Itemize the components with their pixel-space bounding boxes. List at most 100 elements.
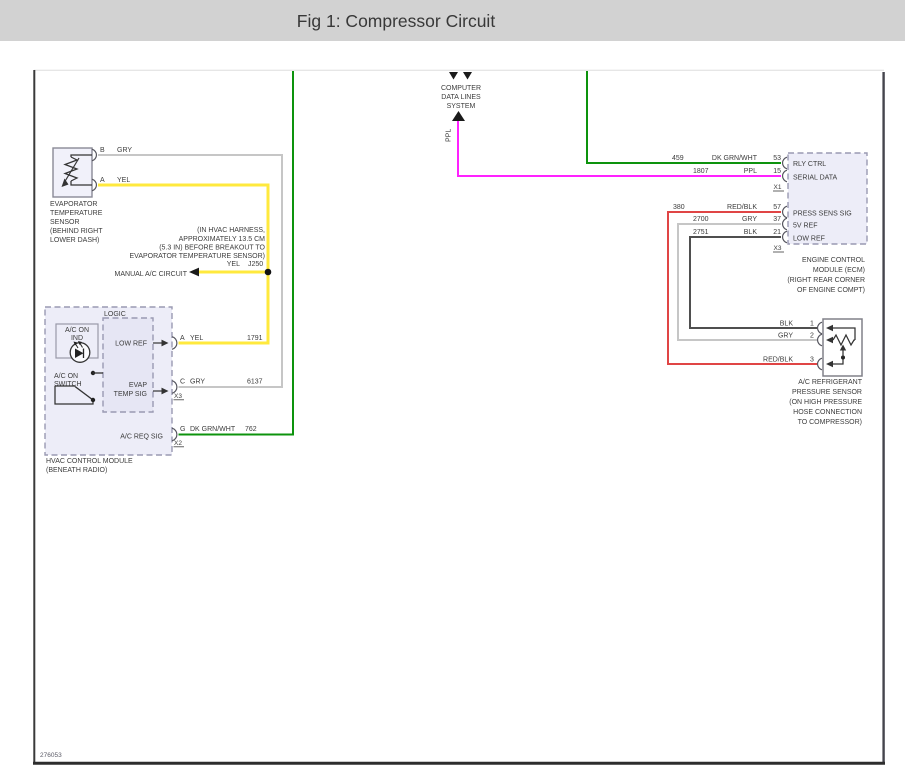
evaporator-temperature-sensor: B GRY A YEL EVAPORATOR TEMPERATURE SENSO… bbox=[50, 147, 132, 244]
component-name: TEMPERATURE bbox=[50, 210, 103, 217]
component-location: (ON HIGH PRESSURE bbox=[789, 399, 862, 406]
pin-number: 37 bbox=[773, 216, 781, 223]
wire-color-label: DK GRN/WHT bbox=[190, 426, 236, 433]
wire-color-label: GRY bbox=[742, 216, 757, 223]
wiring-diagram-page: Fig 1: Compressor Circuit COMPUTER DATA … bbox=[0, 0, 905, 775]
pin-cup-1 bbox=[818, 322, 822, 334]
pin-cup-3 bbox=[818, 358, 822, 370]
pin-number: 57 bbox=[773, 204, 781, 211]
offpage-label: SYSTEM bbox=[447, 103, 476, 110]
signal-label: EVAP bbox=[129, 382, 147, 389]
component-location: (BENEATH RADIO) bbox=[46, 467, 107, 474]
note-line: (5.3 IN) BEFORE BREAKOUT TO bbox=[159, 245, 265, 252]
note-line: EVAPORATOR TEMPERATURE SENSOR) bbox=[130, 253, 266, 260]
signal-label: PRESS SENS SIG bbox=[793, 211, 852, 218]
component-location: TO COMPRESSOR) bbox=[798, 419, 862, 426]
circuit-number: 459 bbox=[672, 155, 684, 162]
circuit-number: 6137 bbox=[247, 379, 263, 386]
signal-label: LOW REF bbox=[793, 236, 825, 243]
component-location: HOSE CONNECTION bbox=[793, 409, 862, 416]
component-location: (RIGHT REAR CORNER bbox=[787, 277, 865, 284]
pin-number: 3 bbox=[810, 357, 814, 364]
connector-id: X1 bbox=[774, 184, 782, 191]
pin-number: 2 bbox=[810, 333, 814, 340]
left-arrow-icon bbox=[189, 268, 199, 277]
logic-label: LOGIC bbox=[104, 311, 126, 318]
connector-id: X3 bbox=[174, 393, 182, 400]
pin-number: 1 bbox=[810, 321, 814, 328]
wire-color-label: RED/BLK bbox=[727, 204, 757, 211]
switch-label: SWITCH bbox=[54, 381, 82, 388]
component-location: (BEHIND RIGHT bbox=[50, 228, 103, 235]
switch-label: A/C ON bbox=[54, 373, 78, 380]
wire-dkgrnwht-459 bbox=[587, 71, 781, 163]
circuit-number: 380 bbox=[673, 204, 685, 211]
pin-cup-a bbox=[172, 337, 177, 350]
indicator-label: A/C ON bbox=[65, 327, 89, 334]
wire-color-label: PPL bbox=[446, 129, 453, 142]
splice-id: J250 bbox=[248, 261, 263, 268]
pin-cup-2 bbox=[818, 334, 822, 346]
offpage-label: COMPUTER bbox=[441, 85, 481, 92]
hvac-control-module: LOGIC A/C ON IND A/C ON SWITCH LOW REF E… bbox=[45, 307, 263, 474]
note-line: APPROXIMATELY 13.5 CM bbox=[179, 236, 266, 243]
wire-color-label: GRY bbox=[117, 147, 132, 154]
signal-label: A/C REQ SIG bbox=[120, 434, 163, 441]
wire-color-label: GRY bbox=[778, 333, 793, 340]
branch-label: MANUAL A/C CIRCUIT bbox=[115, 271, 188, 278]
circuit-number: 762 bbox=[245, 426, 257, 433]
pin-letter: G bbox=[180, 426, 185, 433]
down-arrow-icon bbox=[449, 72, 458, 80]
pin-letter: A bbox=[180, 335, 185, 342]
pin-cup-c bbox=[172, 381, 177, 394]
circuit-number: 2700 bbox=[693, 216, 709, 223]
wire-color-label: DK GRN/WHT bbox=[712, 155, 758, 162]
connector-id: X2 bbox=[174, 440, 182, 447]
wire-color-label: YEL bbox=[190, 335, 203, 342]
component-name: EVAPORATOR bbox=[50, 201, 97, 208]
pin-letter: B bbox=[100, 147, 105, 154]
signal-label: LOW REF bbox=[115, 341, 147, 348]
circuit-number: 1791 bbox=[247, 335, 263, 342]
pin-number: 21 bbox=[773, 229, 781, 236]
circuit-number: 2751 bbox=[693, 229, 709, 236]
pin-cup-21 bbox=[783, 231, 787, 243]
down-arrow-icon bbox=[463, 72, 472, 80]
ac-refrigerant-pressure-sensor: BLK 1 GRY 2 RED/BLK 3 A/C REFRIGERANT PR… bbox=[763, 319, 863, 426]
signal-label: SERIAL DATA bbox=[793, 175, 838, 182]
pin-cup-37 bbox=[783, 218, 787, 230]
pin-letter: C bbox=[180, 379, 185, 386]
pin-cup-g bbox=[172, 428, 177, 441]
component-location: LOWER DASH) bbox=[50, 237, 99, 244]
up-arrow-icon bbox=[452, 111, 465, 121]
pin-letter: A bbox=[100, 177, 105, 184]
pin-number: 15 bbox=[773, 168, 781, 175]
computer-data-lines-ref: COMPUTER DATA LINES SYSTEM PPL bbox=[441, 72, 481, 142]
pin-cup-53 bbox=[783, 157, 787, 169]
component-name: HVAC CONTROL MODULE bbox=[46, 458, 133, 465]
wire-color-label: RED/BLK bbox=[763, 357, 793, 364]
component-name: ENGINE CONTROL bbox=[802, 257, 865, 264]
component-name: MODULE (ECM) bbox=[813, 267, 865, 274]
component-location: OF ENGINE COMPT) bbox=[797, 287, 865, 294]
wire-ppl-1807 bbox=[458, 120, 781, 176]
pin-cup-57 bbox=[783, 206, 787, 218]
signal-label: RLY CTRL bbox=[793, 161, 826, 168]
harness-note: (IN HVAC HARNESS, APPROXIMATELY 13.5 CM … bbox=[115, 227, 266, 278]
page-title: Fig 1: Compressor Circuit bbox=[297, 11, 496, 31]
wire-color-label: BLK bbox=[744, 229, 758, 236]
component-name: A/C REFRIGERANT bbox=[798, 379, 863, 386]
pin-cup-15 bbox=[783, 170, 787, 182]
component-name: PRESSURE SENSOR bbox=[792, 389, 862, 396]
note-line: (IN HVAC HARNESS, bbox=[197, 227, 265, 234]
wire-color-label: YEL bbox=[227, 261, 240, 268]
wire-color-label: BLK bbox=[780, 321, 794, 328]
component-name: SENSOR bbox=[50, 219, 80, 226]
connector-id: X3 bbox=[774, 245, 782, 252]
circuit-number: 1807 bbox=[693, 168, 709, 175]
switch-contact-dot bbox=[91, 398, 95, 402]
wire-color-label: YEL bbox=[117, 177, 130, 184]
offpage-label: DATA LINES bbox=[441, 94, 481, 101]
signal-label: 5V REF bbox=[793, 223, 818, 230]
pin-number: 53 bbox=[773, 155, 781, 162]
